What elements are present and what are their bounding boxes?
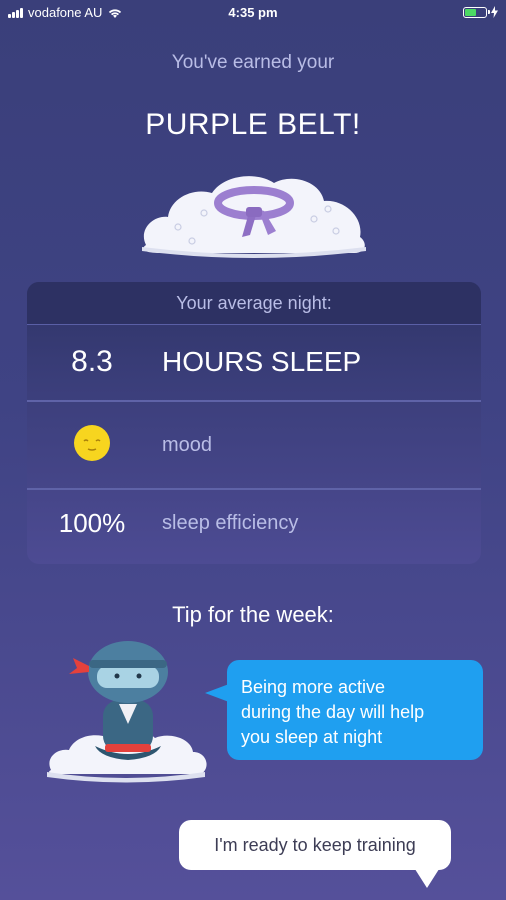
earned-subtitle: You've earned your <box>171 52 335 73</box>
smiley-icon <box>74 424 110 461</box>
keep-training-button[interactable]: I'm ready to keep training <box>179 820 451 870</box>
tip-title: Tip for the week: <box>172 602 334 627</box>
battery-icon <box>463 6 490 18</box>
mood-row: mood <box>27 402 481 488</box>
status-bar: vodafone AU 4:35 pm <box>0 0 506 26</box>
hours-sleep-label: HOURS SLEEP <box>162 346 362 377</box>
status-right <box>463 6 498 18</box>
tip-line: during the day will help <box>241 702 425 722</box>
hours-sleep-row: 8.3 HOURS SLEEP <box>27 324 481 400</box>
charging-bolt-icon <box>491 6 498 18</box>
sleep-efficiency-value: 100% <box>58 507 126 538</box>
mood-label: mood <box>162 433 213 456</box>
average-night-heading: Your average night: <box>27 282 481 325</box>
status-time: 4:35 pm <box>228 5 278 20</box>
sleep-efficiency-label: sleep efficiency <box>162 511 299 534</box>
sleep-efficiency-row: 100% sleep efficiency <box>27 490 481 556</box>
ninja-mascot-illustration <box>47 641 207 783</box>
belt-title: PURPLE BELT! <box>145 108 361 141</box>
belt-cloud-illustration <box>142 176 366 258</box>
tip-line: Being more active <box>241 677 386 697</box>
average-night-card: Your average night: 8.3 HOURS SLEEP mood… <box>27 282 481 564</box>
reply-bubble-tail <box>413 866 441 888</box>
tip-line: you sleep at night <box>241 727 383 747</box>
speech-bubble-tail <box>205 684 229 702</box>
tip-speech-bubble: Being more active during the day will he… <box>227 660 483 760</box>
battery-level <box>465 8 477 16</box>
hours-sleep-value: 8.3 <box>71 345 113 378</box>
